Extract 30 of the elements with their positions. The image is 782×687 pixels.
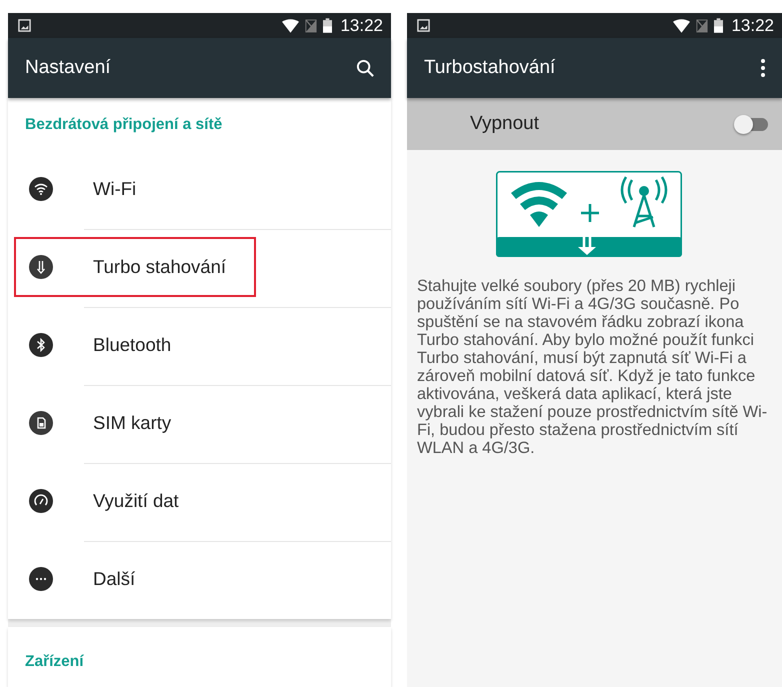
settings-item[interactable]: Bluetooth [14, 315, 256, 375]
description-text: Stahujte velké soubory (přes 20 MB) rychleji používáním sítí Wi-Fi a 4G/3G současně. Po spuštění se na stavovém řádku zobrazí ikona Turbo stahování. Aby bylo možné použít funkci Turbo stahování, musí být zapnutá síť Wi-Fi a zároveň mobilní datová síť. Když je tato funkce aktivována, veškerá data aplikací, která jste vybrali ke stažení pouze prostřednictvím sítě Wi-Fi, budou přesto stažena prostřednictvím sítí WLAN a 4G/3G. [416, 277, 768, 457]
battery-icon [323, 18, 332, 33]
no-sim-icon [696, 18, 708, 32]
image-notification-icon [18, 19, 31, 32]
switch-label: Vypnout [470, 113, 540, 135]
search-icon[interactable] [356, 58, 375, 78]
gauge-icon [29, 489, 53, 513]
toggle-switch[interactable] [734, 114, 768, 134]
overflow-menu-icon[interactable] [760, 58, 766, 78]
settings-item[interactable]: SIM karty [14, 393, 256, 453]
settings-item[interactable]: Turbo stahování [14, 237, 256, 297]
app-bar-title: Nastavení [25, 57, 111, 79]
section-header: Bezdrátová připojení a sítě [24, 115, 224, 135]
app-bar-title: Turbostahování [424, 57, 556, 79]
wifi-signal-icon [673, 18, 690, 32]
image-notification-icon [417, 19, 430, 32]
settings-item[interactable]: Využití dat [14, 471, 256, 531]
wifi-icon [29, 177, 53, 201]
clock-time: 13:22 [340, 16, 383, 36]
wifi-signal-icon [282, 18, 300, 32]
no-sim-icon [305, 18, 318, 32]
section-header: Zařízení [24, 652, 85, 672]
settings-item[interactable]: Další [14, 549, 256, 609]
battery-icon [714, 18, 724, 33]
sim-card-icon [29, 411, 53, 435]
clock-time: 13:22 [731, 16, 774, 36]
bluetooth-icon [29, 333, 53, 357]
more-dots-icon [29, 567, 53, 591]
settings-item[interactable]: Wi-Fi [14, 159, 256, 219]
